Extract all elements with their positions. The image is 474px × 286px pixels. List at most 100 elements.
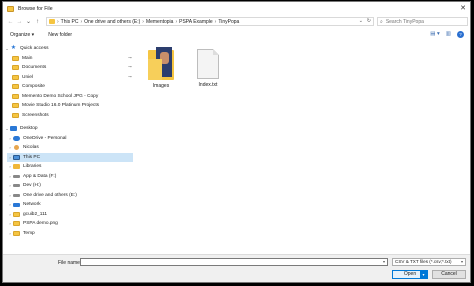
sidebar-item-label: One drive and others (E:) <box>23 193 77 199</box>
sidebar-item-onedrive[interactable]: › OneDrive - Personal <box>7 134 135 143</box>
sidebar-item-label: Memento Demo School JPG - Copy <box>22 94 99 100</box>
sidebar-item-documents[interactable]: Documents <box>12 63 135 72</box>
breadcrumb-tinypopa[interactable]: TinyPopa <box>218 19 239 25</box>
folder-icon <box>49 19 55 24</box>
sidebar-item-desktop[interactable]: ⌄ Desktop <box>4 124 135 133</box>
sidebar-item-nicolas[interactable]: › Nicolas <box>7 143 135 152</box>
refresh-icon[interactable]: ↻ <box>367 18 371 24</box>
address-dropdown-icon[interactable]: ⌄ <box>359 18 363 24</box>
drive-icon <box>13 184 20 188</box>
chevron-down-icon[interactable]: ▾ <box>383 259 385 264</box>
folder-icon <box>12 94 19 100</box>
sidebar-item-drive-e[interactable]: › One drive and others (E:) <box>7 191 135 200</box>
breadcrumb-separator: › <box>57 18 59 25</box>
search-input[interactable] <box>385 18 464 25</box>
breadcrumb-mementopia[interactable]: Mementopia <box>146 19 174 25</box>
sidebar-item-dev-h[interactable]: › Dev (H:) <box>7 181 135 190</box>
breadcrumb-drive-e[interactable]: One drive and others (E:) <box>84 19 140 25</box>
address-bar[interactable]: › This PC › One drive and others (E:) › … <box>46 17 374 26</box>
file-name: Images <box>152 83 170 89</box>
up-arrow-icon[interactable]: ↑ <box>33 19 42 25</box>
open-options-chevron-icon[interactable]: ▾ <box>420 271 427 278</box>
cancel-button[interactable]: Cancel <box>432 270 466 279</box>
open-button[interactable]: Open ▾ <box>392 270 428 279</box>
sidebar-item-label: Screenshots <box>22 113 49 119</box>
breadcrumb-separator: › <box>175 18 178 25</box>
sidebar-item-this-pc[interactable]: › This PC <box>7 153 133 163</box>
folder-icon <box>13 212 20 218</box>
file-name-field[interactable]: ▾ <box>80 258 388 266</box>
sidebar-item-label: gcuib2_111 <box>23 212 48 218</box>
close-icon[interactable]: ✕ <box>460 4 466 12</box>
folder-icon <box>12 84 19 90</box>
sidebar-item-label: Quick access <box>20 46 49 52</box>
recent-locations-chevron-icon[interactable]: ⌄ <box>24 18 33 25</box>
help-icon[interactable]: ? <box>457 31 464 38</box>
library-icon <box>13 164 20 170</box>
sidebar-item-label: Libraries <box>23 164 42 170</box>
pin-icon[interactable]: ⊸ <box>128 55 132 61</box>
sidebar-item-movie-studio[interactable]: Movie Studio 16.0 Platinum Projects <box>12 101 135 110</box>
chevron-right-icon[interactable]: › <box>7 145 13 150</box>
sidebar-item-label: Nicolas <box>23 145 39 151</box>
sidebar-item-pspa-demo[interactable]: › PSPA demo.png <box>7 219 135 228</box>
breadcrumb-separator: › <box>80 18 83 25</box>
sidebar-item-main[interactable]: Main <box>12 54 135 63</box>
preview-pane-icon[interactable]: ▥ <box>446 31 451 38</box>
change-view-icon[interactable]: ▤ ▾ <box>430 31 440 38</box>
sidebar-item-network[interactable]: › Network <box>7 200 135 209</box>
new-folder-button[interactable]: New folder <box>48 32 72 38</box>
file-name-label: File name: <box>58 260 82 266</box>
sidebar-item-temp[interactable]: › Temp <box>7 229 135 238</box>
file-item-index-txt[interactable]: Index.txt <box>188 47 228 88</box>
folder-icon <box>13 221 20 227</box>
pc-icon <box>13 155 20 161</box>
sidebar-item-label: Temp <box>23 231 35 237</box>
file-name: Index.txt <box>198 82 218 88</box>
breadcrumb-separator: › <box>142 18 144 25</box>
file-item-images[interactable]: Images <box>141 47 181 89</box>
search-box[interactable]: ⌕ <box>377 17 468 26</box>
view-controls: ▤ ▾ ▥ ? <box>430 31 464 38</box>
file-name-input[interactable] <box>81 259 379 265</box>
text-file-icon <box>197 49 219 79</box>
breadcrumb-pspa-example[interactable]: PSPA Example <box>179 19 213 25</box>
sidebar-item-screenshots[interactable]: Screenshots <box>12 111 135 120</box>
file-list: Images Index.txt <box>141 42 470 253</box>
command-bar: Organize ▾ New folder ▤ ▾ ▥ ? <box>3 30 470 40</box>
drive-icon <box>13 194 20 198</box>
sidebar-item-label: PSPA demo.png <box>23 221 58 227</box>
sidebar-item-libraries[interactable]: › Libraries <box>7 162 135 171</box>
sidebar-item-app-data-f[interactable]: › App & Data (F:) <box>7 172 135 181</box>
sidebar-item-gcuib2[interactable]: › gcuib2_111 <box>7 210 135 219</box>
folder-icon <box>12 65 19 71</box>
network-icon <box>13 202 20 207</box>
folder-icon <box>13 231 20 237</box>
breadcrumb-this-pc[interactable]: This PC <box>61 19 79 25</box>
sidebar-item-composite[interactable]: Composite <box>12 82 135 91</box>
forward-arrow-icon[interactable]: → <box>15 19 24 25</box>
sidebar-item-label: App & Data (F:) <box>23 174 57 180</box>
sidebar-item-label: OneDrive - Personal <box>23 136 67 142</box>
search-icon: ⌕ <box>380 18 383 25</box>
pin-icon[interactable]: ⊸ <box>128 74 132 80</box>
pin-icon[interactable]: ⊸ <box>128 64 132 70</box>
browse-for-file-dialog: Browse for File ✕ ← → ⌄ ↑ › This PC › On… <box>2 1 471 283</box>
file-type-select[interactable]: CSV & TXT files (*.csv;*.txt) ▾ <box>392 258 466 266</box>
breadcrumb-separator: › <box>214 18 217 25</box>
folder-icon <box>12 56 19 62</box>
sidebar-item-label: Uniel <box>22 75 33 81</box>
title-bar: Browse for File ✕ <box>3 2 470 15</box>
sidebar-item-label: Composite <box>22 84 45 90</box>
sidebar-item-memento-demo[interactable]: Memento Demo School JPG - Copy <box>12 92 135 101</box>
file-type-value: CSV & TXT files (*.csv;*.txt) <box>395 259 452 264</box>
organize-button[interactable]: Organize ▾ <box>10 32 34 38</box>
sidebar-item-uniel[interactable]: Uniel <box>12 73 135 82</box>
sidebar-item-label: Movie Studio 16.0 Platinum Projects <box>22 103 100 109</box>
folder-icon <box>12 75 19 81</box>
back-arrow-icon[interactable]: ← <box>6 19 15 25</box>
chevron-down-icon: ▾ <box>460 259 463 264</box>
sidebar-item-label: This PC <box>23 155 41 161</box>
sidebar-item-quick-access[interactable]: ⌄ ★ Quick access <box>4 44 135 53</box>
address-row: ← → ⌄ ↑ › This PC › One drive and others… <box>3 16 470 27</box>
